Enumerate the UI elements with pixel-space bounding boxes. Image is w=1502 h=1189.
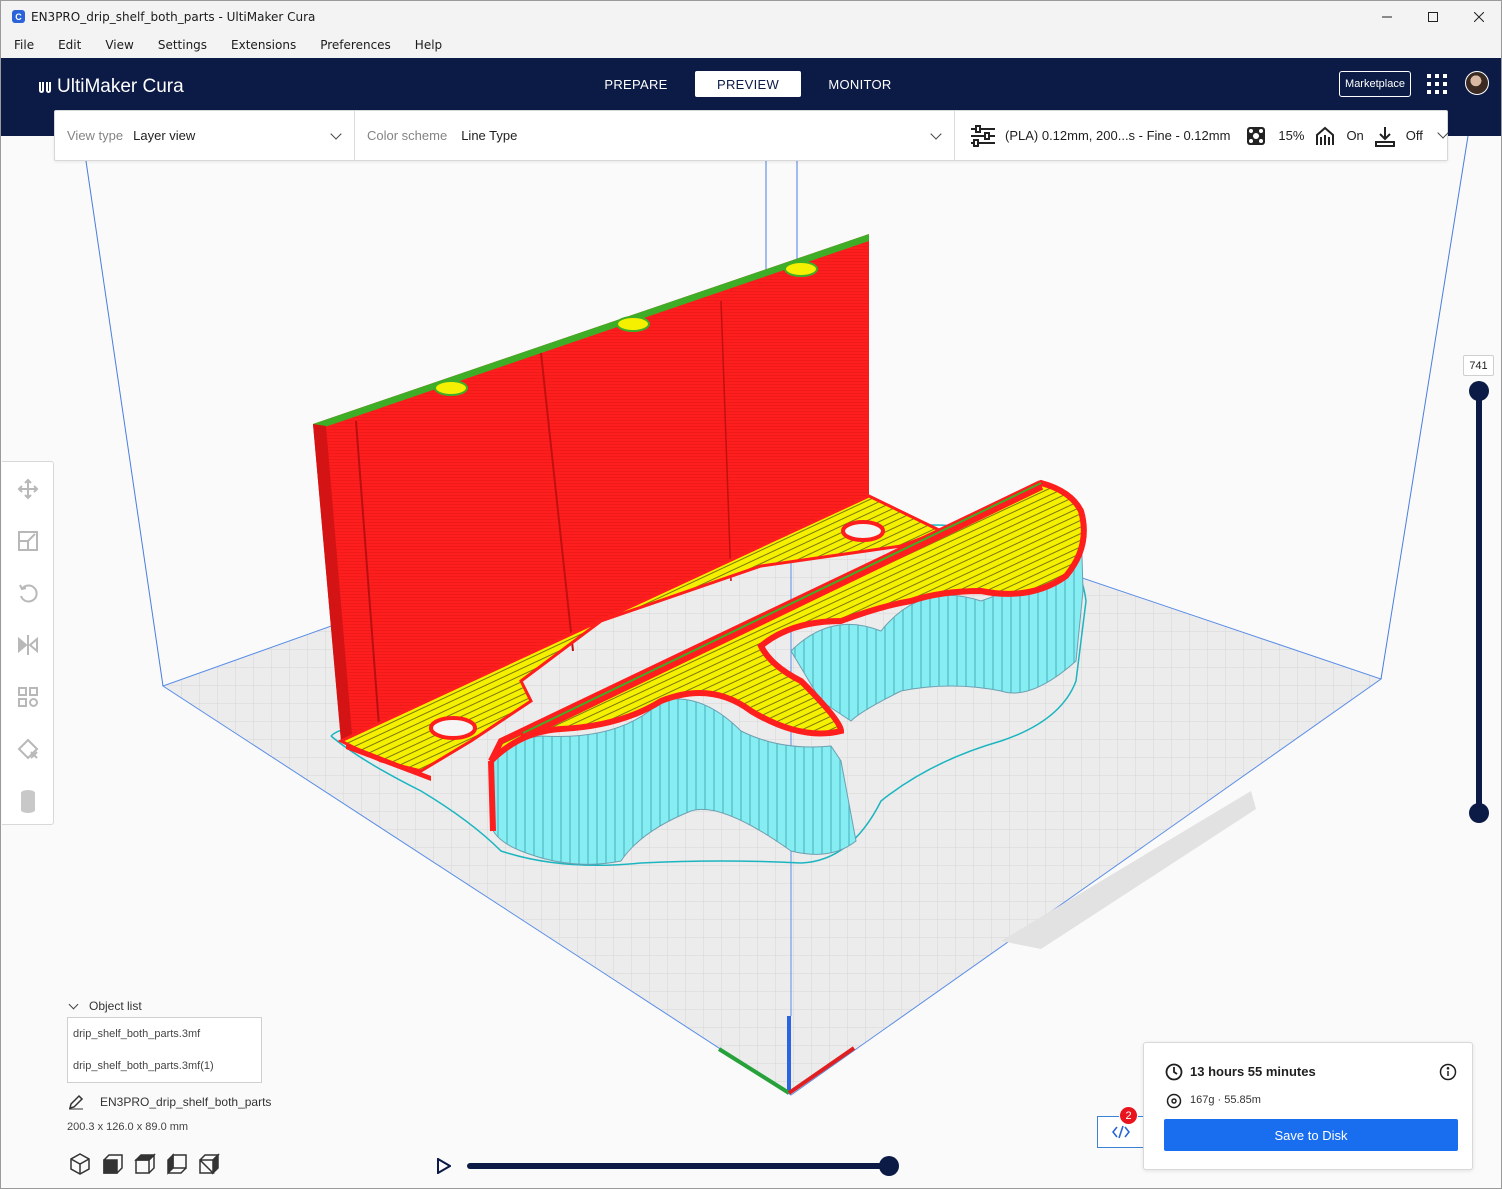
print-information-panel: 13 hours 55 minutes 167g · 55.85m Save t… [1143,1042,1473,1170]
menu-preferences[interactable]: Preferences [308,38,403,52]
left-view-icon[interactable] [165,1152,189,1176]
spool-icon [1166,1093,1182,1109]
view-type-value: Layer view [133,128,196,143]
front-view-icon[interactable] [101,1152,125,1176]
material-usage: 167g · 55.85m [1190,1094,1261,1106]
chevron-down-icon [930,128,942,140]
close-button[interactable] [1456,1,1501,32]
rotate-icon [19,584,38,603]
save-to-disk-button[interactable]: Save to Disk [1164,1119,1458,1151]
maximize-button[interactable] [1410,1,1456,32]
play-icon[interactable] [437,1158,451,1174]
per-model-settings-tool[interactable] [16,685,40,709]
infill-icon [1247,126,1266,145]
list-item[interactable]: drip_shelf_both_parts.3mf(1) [73,1060,214,1072]
mirror-tool[interactable] [16,633,40,657]
color-scheme-value: Line Type [461,128,518,143]
menu-edit[interactable]: Edit [46,38,93,52]
minimize-button[interactable] [1364,1,1410,32]
ultimaker-logo-icon [39,81,51,93]
3d-view-icon[interactable] [68,1152,92,1176]
print-settings-summary[interactable]: (PLA) 0.12mm, 200...s - Fine - 0.12mm 15… [955,124,1449,148]
layer-slider-bottom-handle[interactable] [1469,803,1489,823]
chevron-down-icon [1437,127,1449,139]
scale-tool[interactable] [16,529,40,553]
notification-badge: 2 [1119,1106,1138,1125]
chevron-down-icon [68,999,79,1010]
menu-file[interactable]: File [1,38,46,52]
support-value: On [1346,128,1364,143]
object-list: drip_shelf_both_parts.3mf drip_shelf_bot… [67,1017,262,1083]
print-time: 13 hours 55 minutes [1190,1064,1316,1079]
object-list-toggle[interactable]: Object list [67,999,142,1013]
adhesion-icon [1374,126,1395,147]
view-settings-bar: View type Layer view Color scheme Line T… [54,110,1449,161]
close-icon [1474,11,1484,22]
tab-monitor[interactable]: MONITOR [807,71,913,97]
apps-grid-icon[interactable] [1427,74,1447,94]
title-bar: C EN3PRO_drip_shelf_both_parts - UltiMak… [1,1,1501,32]
move-icon [17,478,39,500]
menu-help[interactable]: Help [403,38,454,52]
edit-pencil-icon[interactable] [68,1094,84,1110]
move-tool[interactable] [16,477,40,501]
user-avatar[interactable] [1465,71,1489,95]
marketplace-button[interactable]: Marketplace [1339,71,1411,97]
support-blocker-tool[interactable] [16,737,40,761]
layer-number-field[interactable]: 741 [1463,355,1494,376]
sliders-icon [971,124,995,147]
color-scheme-label: Color scheme [367,128,448,143]
maximize-icon [1428,11,1438,22]
ultimaker-logo: UltiMaker Cura [39,76,184,98]
model-dimensions: 200.3 x 126.0 x 89.0 mm [67,1121,189,1133]
list-item[interactable]: drip_shelf_both_parts.3mf [73,1028,200,1040]
clock-icon [1165,1063,1183,1081]
menu-extensions[interactable]: Extensions [219,38,308,52]
layer-slider-track[interactable] [1476,391,1482,814]
tab-preview[interactable]: PREVIEW [695,71,801,97]
job-name[interactable]: EN3PRO_drip_shelf_both_parts [100,1095,271,1109]
profile-text: (PLA) 0.12mm, 200...s - Fine - 0.12mm [1005,128,1231,143]
menu-bar: File Edit View Settings Extensions Prefe… [1,32,1501,58]
info-icon[interactable] [1439,1063,1457,1081]
scale-icon [18,531,38,551]
extruder-tool[interactable] [16,789,40,813]
infill-value: 15% [1278,128,1305,143]
code-icon [1111,1125,1130,1139]
cura-app-icon: C [12,10,25,23]
application-window: C EN3PRO_drip_shelf_both_parts - UltiMak… [0,0,1502,1189]
support-blocker-icon [17,738,39,760]
top-view-icon[interactable] [133,1152,157,1176]
left-toolbar [2,461,54,825]
layer-progress-handle[interactable] [879,1156,899,1176]
stage-tabs: PREPARE PREVIEW MONITOR [583,71,919,97]
color-scheme-dropdown[interactable]: Color scheme Line Type [355,111,955,160]
layer-progress-track[interactable] [467,1163,891,1169]
tab-prepare[interactable]: PREPARE [583,71,689,97]
minimize-icon [1382,16,1392,17]
rotate-tool[interactable] [16,581,40,605]
view-type-label: View type [67,128,124,143]
layer-slider-top-handle[interactable] [1469,381,1489,401]
adhesion-value: Off [1405,128,1423,143]
chevron-down-icon [330,128,342,140]
cylinder-icon [21,790,35,813]
menu-settings[interactable]: Settings [146,38,219,52]
menu-view[interactable]: View [93,38,145,52]
window-title: EN3PRO_drip_shelf_both_parts - UltiMaker… [31,9,316,24]
view-type-dropdown[interactable]: View type Layer view [55,111,355,160]
right-view-icon[interactable] [197,1152,221,1176]
support-icon [1316,126,1335,145]
logo-text: UltiMaker Cura [57,76,184,97]
object-list-title: Object list [89,999,142,1013]
per-model-settings-icon [18,687,38,707]
mirror-icon [18,635,38,655]
